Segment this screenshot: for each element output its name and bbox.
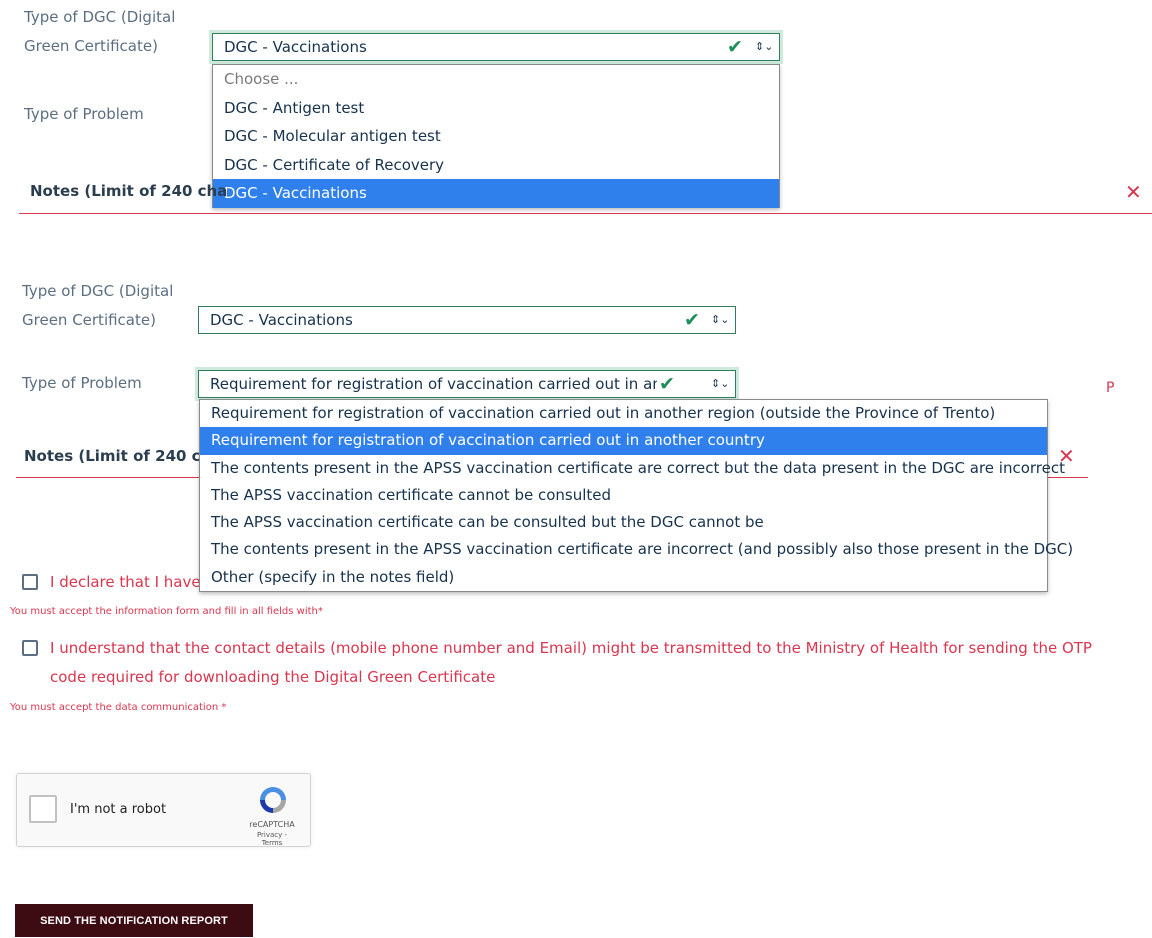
dgc-label-line: Type of DGC (Digital (24, 8, 176, 26)
dropdown-option[interactable]: The contents present in the APSS vaccina… (200, 455, 1065, 482)
recaptcha-brand: reCAPTCHA (249, 820, 295, 829)
dgc-type-select-2[interactable]: DGC - Vaccinations ✔ ⇕⌄ (198, 306, 736, 334)
dropdown-option[interactable]: DGC - Antigen test (213, 94, 779, 123)
declare-text: I declare that I have (50, 573, 201, 591)
recaptcha-logo-icon (260, 787, 286, 813)
notes-label-2: Notes (Limit of 240 cha (24, 447, 222, 465)
problem-type-dropdown: Requirement for registration of vaccinat… (199, 399, 1073, 592)
notes-underline-1 (19, 213, 1152, 214)
dropdown-option[interactable]: The APSS vaccination certificate cannot … (200, 482, 1047, 509)
problem-type-value: Requirement for registration of vaccinat… (210, 375, 677, 393)
dropdown-option-selected[interactable]: DGC - Vaccinations (213, 179, 779, 208)
send-report-button[interactable]: SEND THE NOTIFICATION REPORT (15, 904, 253, 937)
select-arrows-icon: ⇕⌄ (711, 313, 730, 326)
dgc-label-line: Type of DGC (Digital (22, 282, 174, 300)
recaptcha-widget: I'm not a robot reCAPTCHA Privacy - Term… (16, 773, 311, 847)
dropdown-option[interactable]: DGC - Certificate of Recovery (213, 151, 779, 180)
dgc-type-value: DGC - Vaccinations (210, 311, 353, 329)
problem-label-1: Type of Problem (24, 105, 144, 123)
declare-checkbox[interactable] (22, 574, 38, 590)
dgc-type-dropdown-1: Choose ... DGC - Antigen test DGC - Mole… (212, 64, 780, 208)
dropdown-option[interactable]: The APSS vaccination certificate can be … (200, 509, 1047, 536)
dgc-label-line: Green Certificate) (22, 311, 156, 329)
close-icon[interactable]: ✕ (1125, 180, 1142, 204)
recaptcha-label: I'm not a robot (70, 802, 167, 817)
problem-label-2: Type of Problem (22, 374, 142, 392)
check-icon: ✔ (684, 309, 700, 331)
understand-checkbox[interactable] (22, 640, 38, 656)
understand-error: You must accept the data communication * (10, 702, 227, 713)
recaptcha-terms-link[interactable]: Privacy - Terms (247, 831, 297, 847)
dropdown-option[interactable]: DGC - Molecular antigen test (213, 122, 779, 151)
recaptcha-checkbox[interactable] (29, 795, 57, 823)
check-icon: ✔ (657, 371, 677, 397)
dropdown-option[interactable]: The contents present in the APSS vaccina… (200, 536, 1073, 563)
dgc-label-1: Type of DGC (Digital Green Certificate) (24, 3, 175, 61)
dropdown-option[interactable]: Choose ... (213, 65, 779, 94)
dropdown-option[interactable]: Other (specify in the notes field) (200, 564, 1047, 591)
dgc-type-select-1[interactable]: DGC - Vaccinations ✔ ⇕⌄ (212, 33, 780, 61)
dgc-type-value: DGC - Vaccinations (224, 38, 367, 56)
dgc-label-2: Type of DGC (Digital Green Certificate) (22, 277, 173, 335)
understand-line: code required for downloading the Digita… (50, 668, 496, 686)
stray-error-char: P (1106, 380, 1115, 396)
declare-error: You must accept the information form and… (10, 606, 323, 617)
check-icon: ✔ (727, 36, 743, 58)
notes-label-1: Notes (Limit of 240 cha (30, 182, 228, 200)
problem-type-select[interactable]: Requirement for registration of vaccinat… (198, 370, 736, 398)
dropdown-option[interactable]: Requirement for registration of vaccinat… (200, 400, 1047, 427)
select-arrows-icon: ⇕⌄ (711, 371, 730, 397)
dropdown-option-selected[interactable]: Requirement for registration of vaccinat… (200, 427, 1047, 455)
select-arrows-icon: ⇕⌄ (755, 40, 774, 53)
dgc-label-line: Green Certificate) (24, 37, 158, 55)
understand-text: I understand that the contact details (m… (50, 634, 1140, 692)
understand-line: I understand that the contact details (m… (50, 639, 1092, 657)
